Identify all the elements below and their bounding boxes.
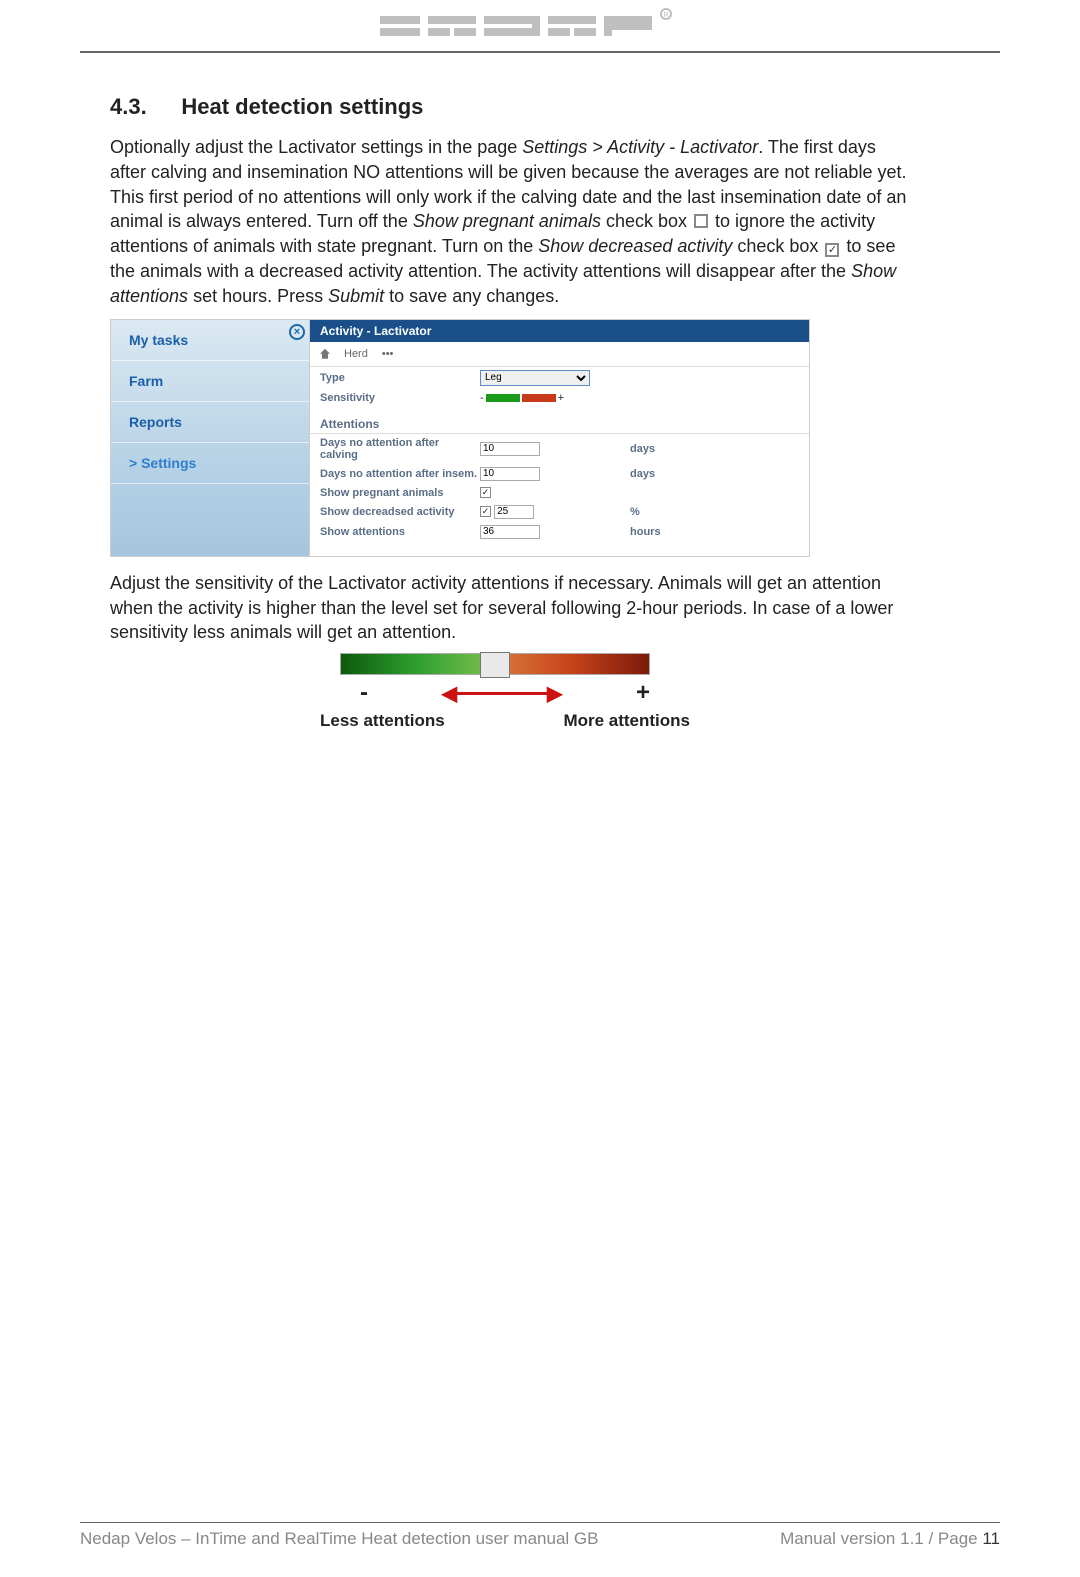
input-days-calving[interactable]: [480, 442, 540, 456]
footer-page-number: 11: [982, 1529, 1000, 1548]
row-show-attentions: Show attentions hours: [310, 522, 809, 542]
input-decreased-pct[interactable]: [494, 505, 534, 519]
input-days-insem[interactable]: [480, 467, 540, 481]
crumb-more[interactable]: •••: [382, 348, 394, 360]
home-icon[interactable]: [320, 349, 330, 359]
footer-right: Manual version 1.1 / Page 11: [780, 1529, 1000, 1549]
label-days-insem: Days no attention after insem.: [320, 468, 480, 480]
checkbox-icon-checked: [825, 243, 839, 257]
unit-days-insem: days: [630, 468, 690, 480]
p1-i3: Show decreased activity: [538, 236, 732, 256]
select-type[interactable]: Leg: [480, 370, 590, 386]
label-show-pregnant: Show pregnant animals: [320, 487, 480, 499]
row-sensitivity: Sensitivity -+: [310, 389, 809, 407]
sidebar: × My tasks Farm Reports > Settings: [110, 319, 310, 557]
input-show-attentions[interactable]: [480, 525, 540, 539]
plus-sign: +: [636, 679, 650, 707]
row-type: Type Leg: [310, 367, 809, 389]
p1-t8: to save any changes.: [384, 286, 559, 306]
close-icon[interactable]: ×: [289, 324, 305, 340]
section-title: Heat detection settings: [181, 94, 423, 120]
attentions-header: Attentions: [310, 411, 809, 434]
sensitivity-slider[interactable]: [340, 653, 650, 675]
minus-sign: -: [360, 679, 368, 707]
label-show-decreased: Show decreadsed activity: [320, 506, 480, 518]
brand-logo: R: [80, 0, 1000, 51]
slider-labels: Less attentions More attentions: [320, 711, 690, 731]
paragraph-1: Optionally adjust the Lactivator setting…: [110, 135, 910, 309]
panel-title: Activity - Lactivator: [310, 320, 809, 342]
label-show-attentions: Show attentions: [320, 526, 480, 538]
label-days-calving: Days no attention after calving: [320, 437, 480, 461]
label-less-attentions: Less attentions: [320, 711, 445, 731]
breadcrumb: Herd •••: [310, 342, 809, 367]
sidebar-item-settings[interactable]: > Settings: [111, 443, 309, 484]
p1-i2: Show pregnant animals: [413, 211, 601, 231]
footer-version: Manual version 1.1 / Page: [780, 1529, 982, 1548]
arrow-right-icon: ▶: [547, 681, 562, 706]
p1-t1: Optionally adjust the Lactivator setting…: [110, 137, 522, 157]
checkbox-icon-unchecked: [694, 214, 708, 228]
paragraph-2: Adjust the sensitivity of the Lactivator…: [110, 571, 910, 645]
unit-show-attentions: hours: [630, 526, 690, 538]
svg-text:R: R: [663, 12, 668, 19]
p1-t5: check box: [732, 236, 823, 256]
label-sensitivity: Sensitivity: [320, 392, 480, 404]
p1-t3: check box: [601, 211, 692, 231]
checkbox-show-pregnant[interactable]: [480, 487, 491, 498]
unit-days-calving: days: [630, 443, 690, 455]
row-days-calving: Days no attention after calving days: [310, 434, 809, 464]
p1-i1: Settings > Activity - Lactivator: [522, 137, 758, 157]
page-footer: Nedap Velos – InTime and RealTime Heat d…: [80, 1522, 1000, 1549]
label-type: Type: [320, 372, 480, 384]
checkbox-show-decreased[interactable]: [480, 506, 491, 517]
sidebar-item-my-tasks[interactable]: My tasks: [111, 320, 309, 361]
unit-decreased: %: [630, 506, 690, 518]
crumb-herd[interactable]: Herd: [344, 348, 368, 360]
section-number: 4.3.: [110, 94, 147, 120]
row-days-insem: Days no attention after insem. days: [310, 464, 809, 484]
row-show-pregnant: Show pregnant animals: [310, 484, 809, 502]
p1-t7: set hours. Press: [188, 286, 328, 306]
footer-left: Nedap Velos – InTime and RealTime Heat d…: [80, 1529, 598, 1549]
sensitivity-slider-mini[interactable]: -+: [480, 392, 600, 404]
slider-signs: - ◀ ▶ +: [340, 675, 670, 711]
arrow-left-icon: ◀: [442, 681, 457, 706]
embedded-screenshot: × My tasks Farm Reports > Settings Activ…: [110, 319, 810, 557]
sidebar-item-reports[interactable]: Reports: [111, 402, 309, 443]
sidebar-item-farm[interactable]: Farm: [111, 361, 309, 402]
arrow-line-icon: [457, 692, 547, 695]
label-more-attentions: More attentions: [563, 711, 690, 731]
main-panel: Activity - Lactivator Herd ••• Type Leg …: [310, 319, 810, 557]
section-heading: 4.3. Heat detection settings: [110, 93, 970, 121]
sensitivity-figure: - ◀ ▶ + Less attentions More attentions: [340, 653, 670, 731]
row-show-decreased: Show decreadsed activity %: [310, 502, 809, 522]
slider-knob-icon[interactable]: [480, 652, 510, 678]
p1-i5: Submit: [328, 286, 384, 306]
